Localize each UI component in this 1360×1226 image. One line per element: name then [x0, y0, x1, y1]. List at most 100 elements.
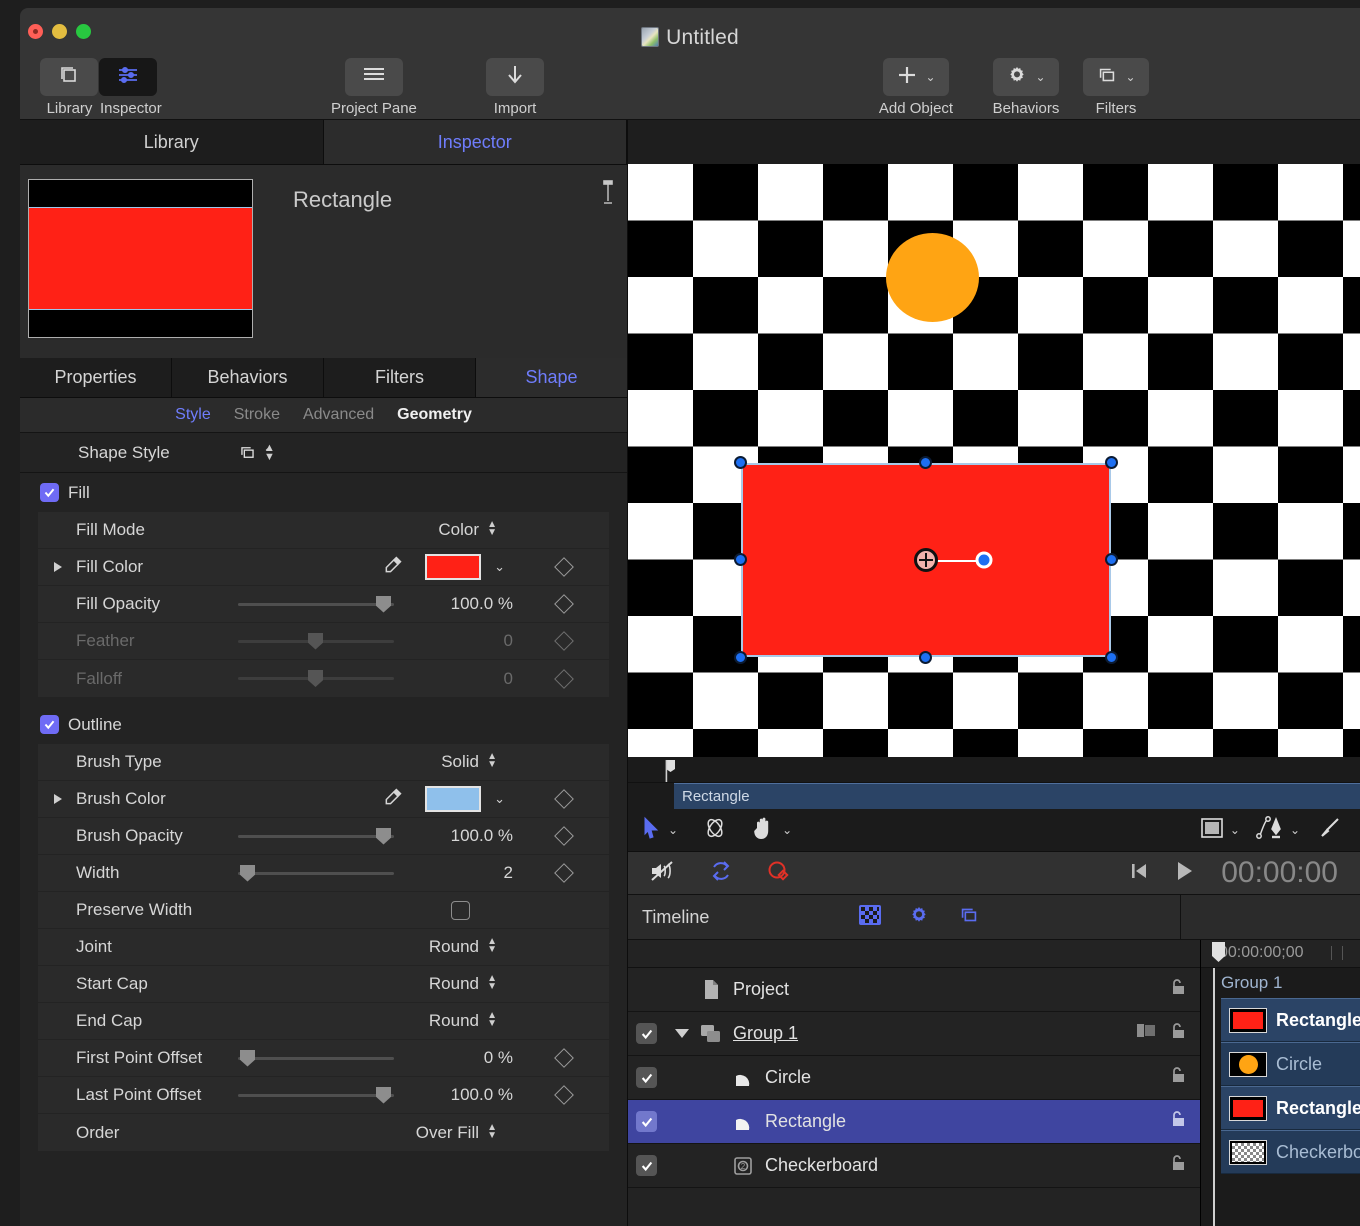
row-start-cap[interactable]: Start Cap Round ▲▼	[38, 966, 609, 1003]
mini-tab-geometry[interactable]: Geometry	[397, 406, 472, 424]
checkerboard-toggle-icon[interactable]	[859, 905, 881, 930]
project-pane-button[interactable]	[345, 58, 403, 96]
handle-top-left[interactable]	[734, 456, 747, 469]
track-clip-rectangle-2[interactable]: Rectangle	[1221, 1086, 1360, 1130]
brush-opacity-value[interactable]: 100.0 %	[451, 826, 513, 846]
loop-icon[interactable]	[708, 858, 734, 889]
import-button[interactable]	[486, 58, 544, 96]
width-slider-knob[interactable]	[240, 865, 255, 882]
canvas[interactable]	[628, 164, 1360, 757]
bezier-pen-icon[interactable]	[1256, 815, 1284, 846]
row-brush-color[interactable]: Brush Color ⌄	[38, 781, 609, 818]
rectangle-checkbox[interactable]	[636, 1111, 657, 1132]
fill-mode-value[interactable]: Color	[438, 520, 479, 540]
handle-bottom-right[interactable]	[1105, 651, 1118, 664]
brush-opacity-slider-track[interactable]	[238, 835, 394, 838]
layer-name-group-1[interactable]: Group 1	[733, 1023, 798, 1044]
fill-color-keyframe-button[interactable]	[554, 557, 574, 577]
track-clip-rectangle-1[interactable]: Rectangle	[1221, 998, 1360, 1042]
layer-row-checkerboard[interactable]: 2 Checkerboard	[628, 1144, 1200, 1188]
playhead-line[interactable]	[1213, 968, 1215, 1226]
row-preserve-width[interactable]: Preserve Width	[38, 892, 609, 929]
brush-color-swatch[interactable]	[425, 786, 481, 812]
pin-icon[interactable]	[601, 179, 615, 212]
eyedropper-icon[interactable]	[383, 787, 403, 812]
row-fill-mode[interactable]: Fill Mode Color ▲▼	[38, 512, 609, 549]
track-clip-circle[interactable]: Circle	[1221, 1042, 1360, 1086]
handle-middle-left[interactable]	[734, 553, 747, 566]
tab-properties[interactable]: Properties	[20, 358, 172, 398]
tab-filters[interactable]: Filters	[324, 358, 476, 398]
brush-type-stepper[interactable]: ▲▼	[487, 753, 497, 769]
chevron-down-icon[interactable]: ⌄	[1290, 824, 1300, 836]
unlocked-icon[interactable]	[1166, 977, 1186, 1002]
order-value[interactable]: Over Fill	[416, 1123, 479, 1143]
fill-color-swatch[interactable]	[425, 554, 481, 580]
3d-transform-icon[interactable]	[702, 815, 728, 846]
last-point-offset-slider-knob[interactable]	[376, 1087, 391, 1104]
gear-icon[interactable]	[908, 904, 930, 931]
mute-icon[interactable]	[650, 859, 676, 888]
brush-color-keyframe-button[interactable]	[554, 789, 574, 809]
anchor-point-icon[interactable]	[914, 548, 938, 572]
stacked-squares-icon[interactable]	[957, 904, 981, 931]
last-point-offset-keyframe-button[interactable]	[554, 1085, 574, 1105]
arrow-select-icon[interactable]	[642, 816, 662, 845]
mini-tab-stroke[interactable]: Stroke	[234, 406, 280, 424]
behaviors-button[interactable]: ⌄	[993, 58, 1058, 96]
joint-value[interactable]: Round	[429, 937, 479, 957]
fill-color-disclosure-icon[interactable]	[54, 562, 62, 572]
first-point-offset-value[interactable]: 0 %	[484, 1048, 513, 1068]
mini-tab-style[interactable]: Style	[175, 406, 211, 424]
first-point-offset-keyframe-button[interactable]	[554, 1048, 574, 1068]
rotation-handle[interactable]	[976, 552, 993, 569]
row-end-cap[interactable]: End Cap Round ▲▼	[38, 1003, 609, 1040]
canvas-rectangle-selection[interactable]	[741, 463, 1111, 657]
row-first-point-offset[interactable]: First Point Offset 0 %	[38, 1040, 609, 1077]
unlocked-icon[interactable]	[1166, 1021, 1186, 1046]
row-width[interactable]: Width 2	[38, 855, 609, 892]
brush-type-value[interactable]: Solid	[441, 752, 479, 772]
tab-library[interactable]: Library	[20, 120, 324, 164]
mini-tab-advanced[interactable]: Advanced	[303, 406, 374, 424]
fill-checkbox[interactable]	[40, 483, 59, 502]
chevron-down-icon[interactable]: ⌄	[668, 824, 678, 836]
circle-checkbox[interactable]	[636, 1067, 657, 1088]
timeline-ruler[interactable]: 00:00:00;00	[1201, 940, 1360, 968]
shape-style-stepper[interactable]: ▲▼	[264, 444, 275, 462]
fill-section-header[interactable]: Fill	[20, 473, 627, 512]
tab-inspector[interactable]: Inspector	[324, 120, 628, 164]
group-1-disclosure-icon[interactable]	[675, 1029, 689, 1038]
layer-name-circle[interactable]: Circle	[765, 1067, 811, 1088]
row-order[interactable]: Order Over Fill ▲▼	[38, 1114, 609, 1151]
tab-behaviors[interactable]: Behaviors	[172, 358, 324, 398]
layer-row-circle[interactable]: Circle	[628, 1056, 1200, 1100]
layer-row-project[interactable]: Project	[628, 968, 1200, 1012]
last-point-offset-value[interactable]: 100.0 %	[451, 1085, 513, 1105]
mask-icon[interactable]	[1136, 1022, 1156, 1045]
hand-pan-icon[interactable]	[752, 815, 776, 846]
row-joint[interactable]: Joint Round ▲▼	[38, 929, 609, 966]
timeline-tracks[interactable]: 00:00:00;00 Group 1 Rectangle Circle Rec…	[1200, 940, 1360, 1226]
rectangle-shape-icon[interactable]	[1200, 817, 1224, 844]
chevron-down-icon[interactable]: ⌄	[494, 559, 505, 575]
inspector-button[interactable]	[99, 58, 157, 96]
handle-bottom-left[interactable]	[734, 651, 747, 664]
library-button[interactable]	[40, 58, 98, 96]
chevron-down-icon[interactable]: ⌄	[494, 791, 505, 807]
first-point-offset-slider-track[interactable]	[238, 1057, 394, 1060]
play-icon[interactable]	[1175, 860, 1195, 887]
end-cap-value[interactable]: Round	[429, 1011, 479, 1031]
start-cap-value[interactable]: Round	[429, 974, 479, 994]
layer-name-checkerboard[interactable]: Checkerboard	[765, 1155, 878, 1176]
order-stepper[interactable]: ▲▼	[487, 1124, 497, 1140]
brush-color-disclosure-icon[interactable]	[54, 794, 62, 804]
filters-button[interactable]: ⌄	[1083, 58, 1148, 96]
width-value[interactable]: 2	[504, 863, 513, 883]
fill-mode-stepper[interactable]: ▲▼	[487, 521, 497, 537]
outline-checkbox[interactable]	[40, 715, 59, 734]
unlocked-icon[interactable]	[1166, 1065, 1186, 1090]
paint-brush-icon[interactable]	[1316, 815, 1342, 846]
add-object-button[interactable]: ⌄	[883, 58, 948, 96]
fill-opacity-keyframe-button[interactable]	[554, 594, 574, 614]
